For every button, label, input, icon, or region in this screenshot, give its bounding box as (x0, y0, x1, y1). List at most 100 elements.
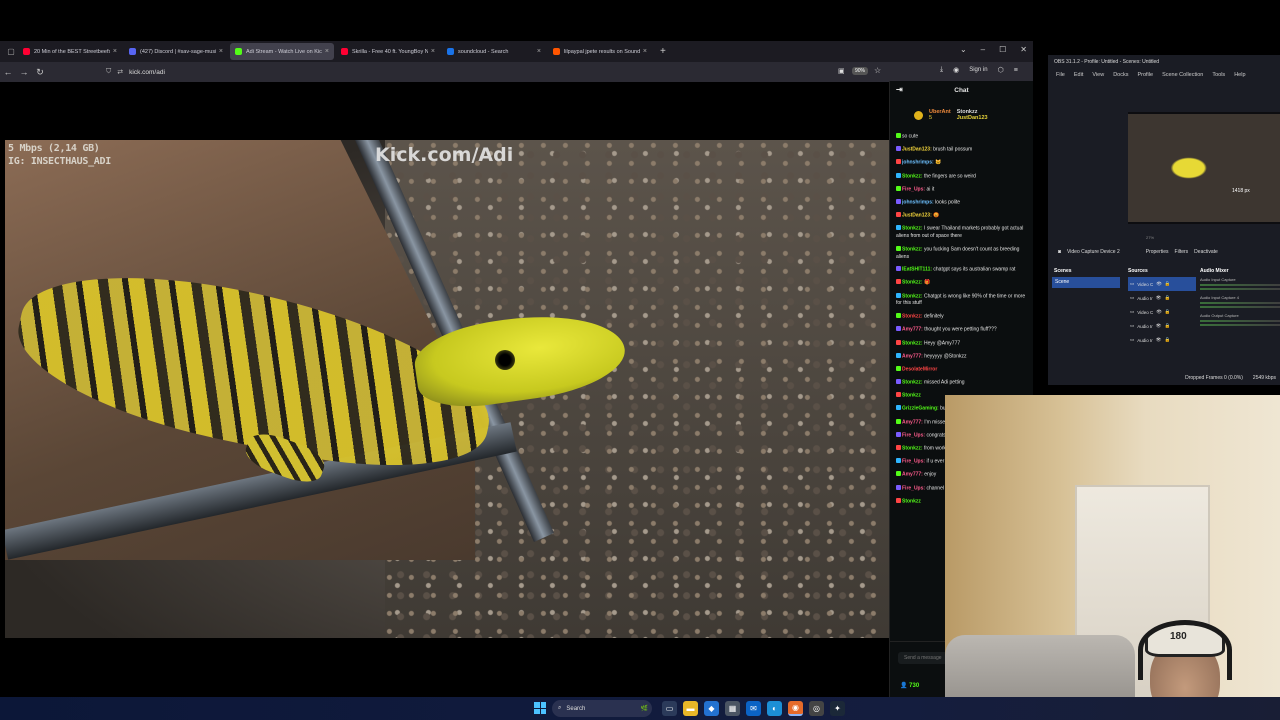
obs-menu-item[interactable]: Profile (1137, 72, 1153, 78)
bookmark-star-icon[interactable]: ☆ (874, 66, 881, 75)
sign-in-button[interactable]: Sign in (969, 67, 987, 73)
lock-icon[interactable]: 🔒 (1165, 309, 1171, 315)
chat-username[interactable]: Stonkzz: (902, 446, 923, 452)
mixer-channel[interactable]: Audio Input Capture 4 (1200, 295, 1280, 313)
visibility-icon[interactable]: 👁 (1156, 323, 1162, 329)
tab-list-icon[interactable]: ▢ (4, 47, 18, 56)
chat-username[interactable]: JustDan123: (902, 147, 932, 153)
source-item[interactable]: ▭ Audio Ir 👁 🔒 (1128, 291, 1196, 305)
mixer-channel[interactable]: Audio Input Capture (1200, 277, 1280, 295)
lock-icon[interactable]: 🔒 (1165, 323, 1171, 329)
chat-username[interactable]: Stonkzz: (902, 173, 923, 179)
volume-slider[interactable] (1200, 288, 1280, 290)
visibility-icon[interactable]: 👁 (1156, 309, 1162, 315)
maximize-icon[interactable]: ☐ (999, 45, 1006, 54)
filters-button[interactable]: Filters (1175, 249, 1189, 255)
close-tab-icon[interactable]: × (325, 48, 329, 55)
forward-icon[interactable]: → (16, 67, 32, 77)
browser-tab[interactable]: (427) Discord | #sav-sage-music × (124, 43, 228, 60)
scene-item[interactable]: Scene (1052, 277, 1120, 288)
chat-username[interactable]: Stonkzz: (902, 314, 923, 320)
source-item[interactable]: ▭ Audio Ir 👁 🔒 (1128, 319, 1196, 333)
chat-username[interactable]: Amy777: (902, 419, 923, 425)
shield-icon[interactable]: ⛉ (106, 68, 111, 76)
browser-tab[interactable]: 20 Min of the BEST Streetbeefs × (18, 43, 122, 60)
reload-icon[interactable]: ↻ (32, 67, 48, 78)
chat-username[interactable]: GrizzleGaming: (902, 406, 939, 412)
back-icon[interactable]: ← (0, 67, 16, 77)
source-item[interactable]: ▭ Video C 👁 🔒 (1128, 305, 1196, 319)
volume-slider[interactable] (1200, 324, 1280, 326)
edge-icon[interactable]: ◐ (767, 701, 782, 716)
obs-menu-item[interactable]: View (1092, 72, 1104, 78)
obs-menu-item[interactable]: Help (1234, 72, 1245, 78)
lock-icon[interactable]: 🔒 (1165, 295, 1171, 301)
close-tab-icon[interactable]: × (537, 48, 541, 55)
task-view-icon[interactable]: ▭ (662, 701, 677, 716)
chat-username[interactable]: Amy777: (902, 472, 923, 478)
chat-username[interactable]: johnshrimps: (902, 199, 934, 205)
obs-preview[interactable]: 1418 px (1128, 112, 1280, 224)
obs-menu-item[interactable]: File (1056, 72, 1065, 78)
obs-icon[interactable]: ◎ (809, 701, 824, 716)
start-icon[interactable] (534, 702, 546, 714)
gifter-name[interactable]: JustDan123 (957, 115, 988, 121)
minimize-icon[interactable]: – (981, 45, 985, 54)
source-item[interactable]: ▭ Video C 👁 🔒 (1128, 277, 1196, 291)
obs-menu-item[interactable]: Docks (1113, 72, 1128, 78)
chat-username[interactable]: JustDan123: (902, 213, 932, 219)
browser-tab[interactable]: lilpaypal jpete results on SoundCloud× (548, 43, 652, 60)
reader-view-icon[interactable]: ▣ (838, 67, 845, 75)
obs-menu-item[interactable]: Scene Collection (1162, 72, 1203, 78)
lock-icon[interactable]: 🔒 (1165, 337, 1171, 343)
file-explorer-icon[interactable]: ▬ (683, 701, 698, 716)
close-tab-icon[interactable]: × (643, 48, 647, 55)
gifter-name[interactable]: UberAnt (929, 109, 951, 115)
zoom-badge[interactable]: 90% (852, 67, 869, 75)
permissions-icon[interactable]: ⇄ (117, 68, 123, 76)
copilot-icon[interactable]: ◆ (704, 701, 719, 716)
chat-username[interactable]: Stonkzz: (902, 280, 923, 286)
browser-tab[interactable]: Adi Stream - Watch Live on Kick × (230, 43, 334, 60)
lock-icon[interactable]: 🔒 (1165, 281, 1171, 287)
chat-username[interactable]: Stonkzz: (902, 340, 923, 346)
volume-slider[interactable] (1200, 306, 1280, 308)
steam-icon[interactable]: ✦ (830, 701, 845, 716)
obs-menu-item[interactable]: Edit (1074, 72, 1083, 78)
properties-button[interactable]: Properties (1146, 249, 1169, 255)
stream-video[interactable]: 5 Mbps (2,14 GB) IG: INSECTHAUS_ADI Kick… (5, 140, 889, 638)
visibility-icon[interactable]: 👁 (1156, 295, 1162, 301)
visibility-icon[interactable]: 👁 (1156, 337, 1162, 343)
firefox-icon[interactable]: ◉ (788, 701, 803, 716)
source-item[interactable]: ▭ Audio Ir 👁 🔒 (1128, 333, 1196, 347)
menu-icon[interactable]: ≡ (1014, 67, 1018, 74)
chat-username[interactable]: Stonkzz: (902, 246, 923, 252)
browser-tab[interactable]: Skrilla - Free 40 ft. YoungBoy Never× (336, 43, 440, 60)
collapse-chat-icon[interactable]: ⇥ (896, 85, 903, 94)
dropdown-icon[interactable]: ⌄ (960, 45, 967, 54)
downloads-icon[interactable]: ⤓ (940, 66, 943, 74)
taskbar-search[interactable]: ⌕ Search 🌿 (552, 700, 652, 717)
browser-tab[interactable]: soundcloud - Search × (442, 43, 546, 60)
chat-username[interactable]: Stonkzz: (902, 380, 923, 386)
url-field[interactable]: ⛉ ⇄ kick.com/adi (106, 64, 886, 80)
close-window-icon[interactable]: ✕ (1020, 45, 1027, 54)
chat-username[interactable]: Stonkzz (902, 393, 921, 399)
chat-username[interactable]: Fire_Ups: (902, 459, 925, 465)
mixer-channel[interactable]: Audio Output Capture (1200, 313, 1280, 331)
obs-menu-item[interactable]: Tools (1212, 72, 1225, 78)
store-icon[interactable]: ▦ (725, 701, 740, 716)
chat-username[interactable]: johnshrimps: (902, 160, 934, 166)
chat-username[interactable]: IEatSHIT111: (902, 267, 932, 273)
visibility-icon[interactable]: 👁 (1156, 281, 1162, 287)
close-tab-icon[interactable]: × (113, 48, 117, 55)
chat-username[interactable]: Fire_Ups: (902, 485, 925, 491)
chat-username[interactable]: Stonkzz: (902, 226, 923, 232)
chat-username[interactable]: Amy777: (902, 327, 923, 333)
deactivate-button[interactable]: Deactivate (1194, 249, 1218, 255)
account-icon[interactable]: ◉ (953, 66, 959, 74)
close-tab-icon[interactable]: × (219, 48, 223, 55)
chat-username[interactable]: DesolateMirror (902, 366, 937, 372)
chat-username[interactable]: Fire_Ups: (902, 186, 925, 192)
close-tab-icon[interactable]: × (431, 48, 435, 55)
